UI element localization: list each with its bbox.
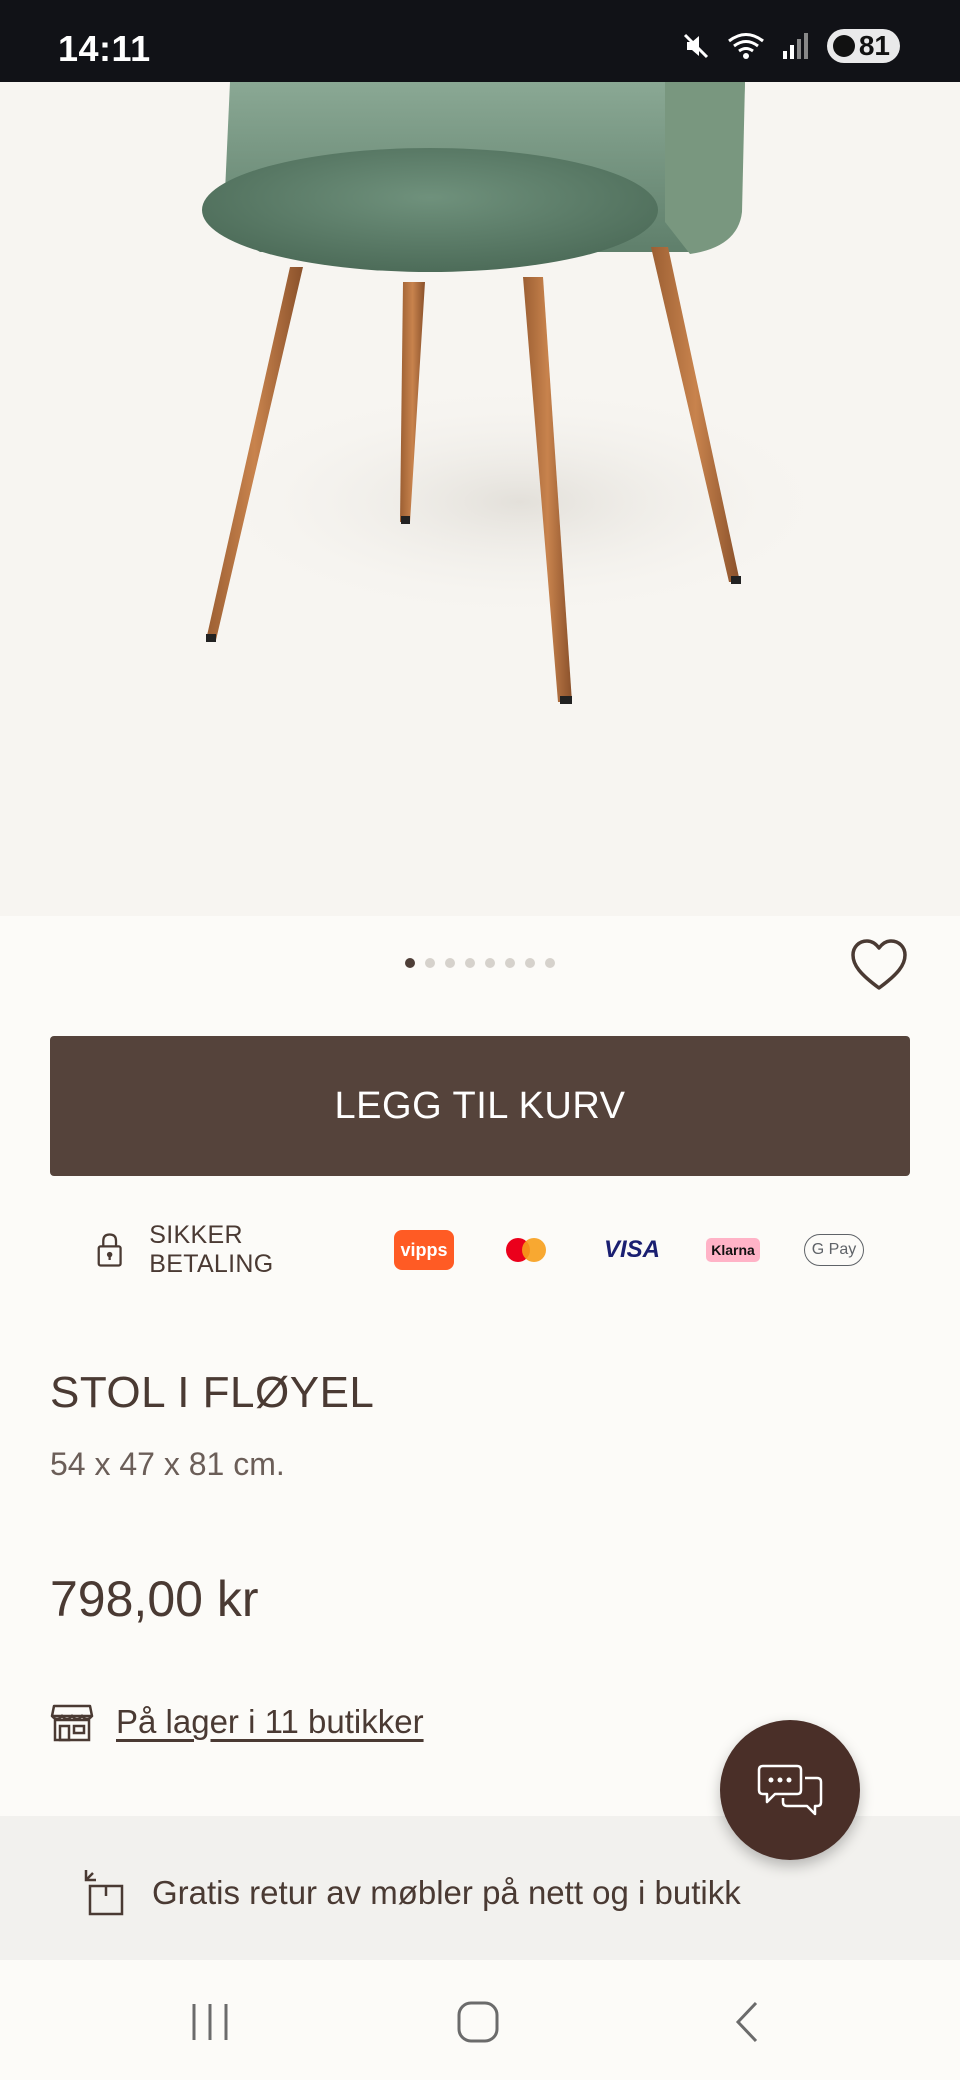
back-icon bbox=[735, 2001, 758, 2043]
recents-icon bbox=[192, 2004, 228, 2040]
heart-icon bbox=[851, 939, 907, 990]
mastercard-logo bbox=[498, 1230, 558, 1270]
carousel-dot[interactable] bbox=[425, 958, 435, 968]
lock-icon bbox=[97, 1233, 122, 1267]
wifi-icon bbox=[727, 33, 764, 59]
visa-logo: VISA bbox=[603, 1236, 660, 1263]
wishlist-button[interactable] bbox=[850, 938, 908, 992]
product-dimensions: 54 x 47 x 81 cm. bbox=[50, 1446, 285, 1482]
carousel-dot[interactable] bbox=[525, 958, 535, 968]
battery-level: 81 bbox=[858, 30, 890, 61]
return-policy-text: Gratis retur av møbler på nett og i buti… bbox=[152, 1874, 741, 1911]
home-button[interactable] bbox=[448, 2000, 508, 2044]
mute-icon bbox=[683, 33, 708, 59]
signal-icon bbox=[782, 33, 808, 59]
carousel-dot[interactable] bbox=[465, 958, 475, 968]
payment-logos: vipps VISA Klarna G Pay bbox=[394, 1230, 864, 1270]
battery-saver-icon bbox=[832, 35, 855, 57]
chat-button[interactable] bbox=[720, 1720, 860, 1860]
google-pay-logo: G Pay bbox=[804, 1234, 864, 1266]
stock-availability[interactable]: På lager i 11 butikker bbox=[50, 1702, 424, 1742]
store-icon bbox=[50, 1704, 94, 1742]
add-to-cart-button[interactable]: LEGG TIL KURV bbox=[50, 1036, 910, 1176]
recents-button[interactable] bbox=[180, 2000, 240, 2044]
vipps-logo: vipps bbox=[394, 1230, 454, 1270]
home-icon bbox=[457, 2001, 499, 2043]
carousel-dot[interactable] bbox=[405, 958, 415, 968]
return-box-icon bbox=[84, 1870, 124, 1916]
carousel-dot[interactable] bbox=[505, 958, 515, 968]
carousel-dot[interactable] bbox=[545, 958, 555, 968]
klarna-logo: Klarna bbox=[706, 1238, 760, 1262]
carousel-dots[interactable] bbox=[0, 958, 960, 968]
back-button[interactable] bbox=[718, 2000, 778, 2044]
secure-payment-label: SIKKER BETALING bbox=[149, 1221, 274, 1278]
status-icons: 81 bbox=[681, 29, 900, 63]
battery-icon: 81 bbox=[826, 29, 900, 63]
chat-icon bbox=[757, 1764, 823, 1816]
secure-payment-row: SIKKER BETALING vipps VISA Klarna G Pay bbox=[96, 1221, 864, 1278]
product-title: STOL I FLØYEL bbox=[50, 1368, 375, 1417]
status-bar: 14:11 81 bbox=[0, 0, 960, 82]
carousel-dot[interactable] bbox=[445, 958, 455, 968]
carousel-dot[interactable] bbox=[485, 958, 495, 968]
system-nav-bar bbox=[0, 1960, 960, 2080]
chair-photo bbox=[200, 82, 840, 704]
status-time: 14:11 bbox=[58, 28, 151, 69]
product-image[interactable] bbox=[0, 82, 960, 916]
product-price: 798,00 kr bbox=[50, 1571, 259, 1627]
stock-link[interactable]: På lager i 11 butikker bbox=[116, 1703, 424, 1741]
